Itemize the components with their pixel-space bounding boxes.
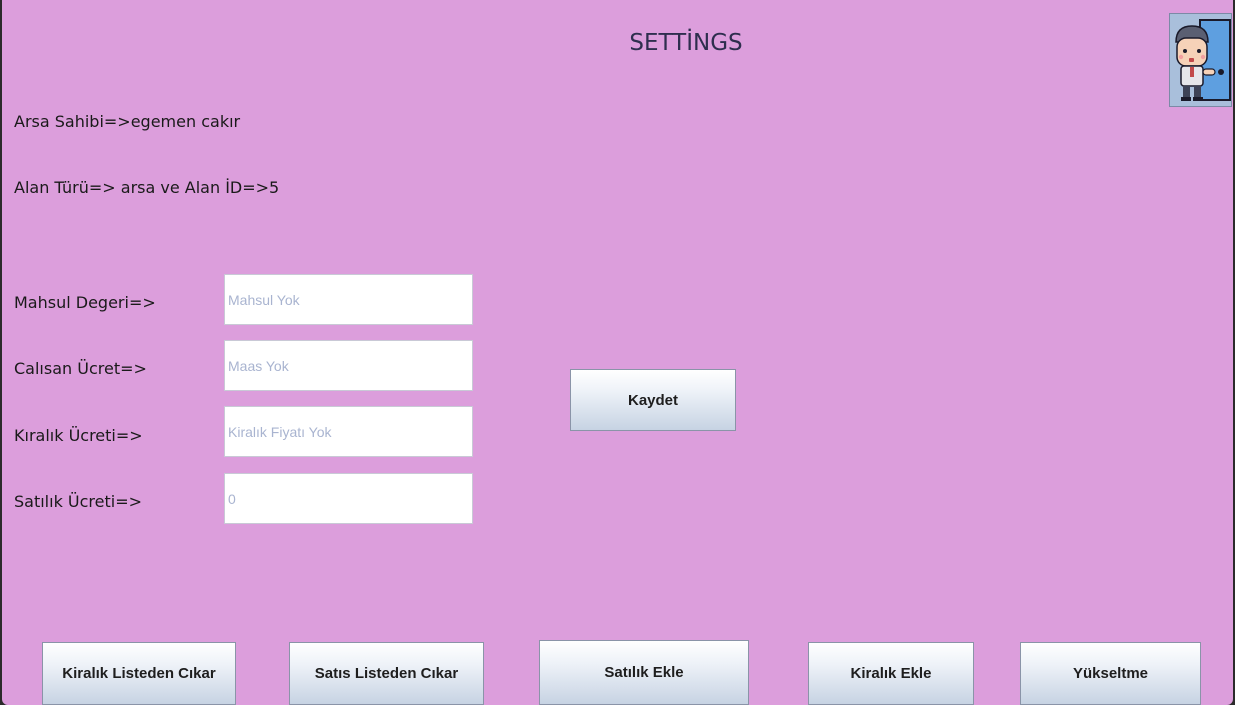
crop-value-input[interactable]: [224, 274, 473, 325]
crop-value-label: Mahsul Degeri=>: [14, 293, 156, 312]
remove-from-rent-list-button[interactable]: Kiralık Listeden Cıkar: [42, 642, 236, 705]
upgrade-button[interactable]: Yükseltme: [1020, 642, 1201, 705]
worker-wage-input[interactable]: [224, 340, 473, 391]
user-exit-door-icon[interactable]: [1169, 13, 1232, 107]
remove-from-sale-list-button[interactable]: Satıs Listeden Cıkar: [289, 642, 484, 705]
settings-window: SETTİNGS Arsa Sahibi=>egemen cakır Alan …: [2, 0, 1233, 705]
rent-fee-input[interactable]: [224, 406, 473, 457]
add-for-sale-button[interactable]: Satılık Ekle: [539, 640, 749, 705]
save-button[interactable]: Kaydet: [570, 369, 736, 431]
owner-info: Arsa Sahibi=>egemen cakır: [14, 112, 241, 131]
page-title: SETTİNGS: [629, 30, 743, 56]
rent-fee-label: Kıralık Ücreti=>: [14, 426, 143, 445]
sale-fee-label: Satılık Ücreti=>: [14, 492, 143, 511]
add-for-rent-button[interactable]: Kiralık Ekle: [808, 642, 974, 705]
area-info: Alan Türü=> arsa ve Alan İD=>5: [14, 178, 280, 197]
sale-fee-input[interactable]: [224, 473, 473, 524]
worker-wage-label: Calısan Ücret=>: [14, 359, 147, 378]
